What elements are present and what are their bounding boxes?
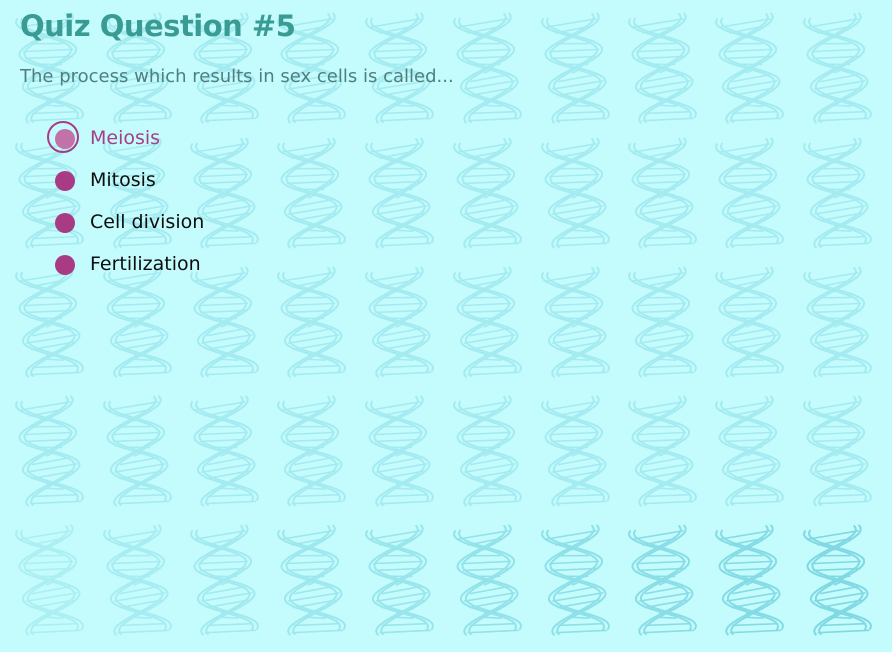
radio-button[interactable] — [46, 246, 82, 282]
option-label: Fertilization — [90, 253, 201, 275]
answer-option-mitosis[interactable]: Mitosis — [46, 159, 204, 201]
answer-option-meiosis[interactable]: Meiosis — [46, 117, 204, 159]
option-label: Meiosis — [90, 127, 161, 149]
radio-button[interactable] — [46, 120, 82, 156]
quiz-title: Quiz Question #5 — [20, 9, 296, 43]
question-text: The process which results in sex cells i… — [20, 66, 454, 87]
answer-option-cell-division[interactable]: Cell division — [46, 201, 204, 243]
radio-button[interactable] — [46, 162, 82, 198]
radio-dot-icon — [55, 213, 75, 233]
option-label: Mitosis — [90, 169, 156, 191]
radio-dot-icon — [55, 129, 75, 149]
radio-dot-icon — [55, 171, 75, 191]
quiz-panel: Quiz Question #5 The process which resul… — [0, 0, 892, 652]
radio-button[interactable] — [46, 204, 82, 240]
answer-options: Meiosis Mitosis Cell division Fertilizat… — [46, 117, 204, 285]
answer-option-fertilization[interactable]: Fertilization — [46, 243, 204, 285]
radio-dot-icon — [55, 255, 75, 275]
option-label: Cell division — [90, 211, 205, 233]
